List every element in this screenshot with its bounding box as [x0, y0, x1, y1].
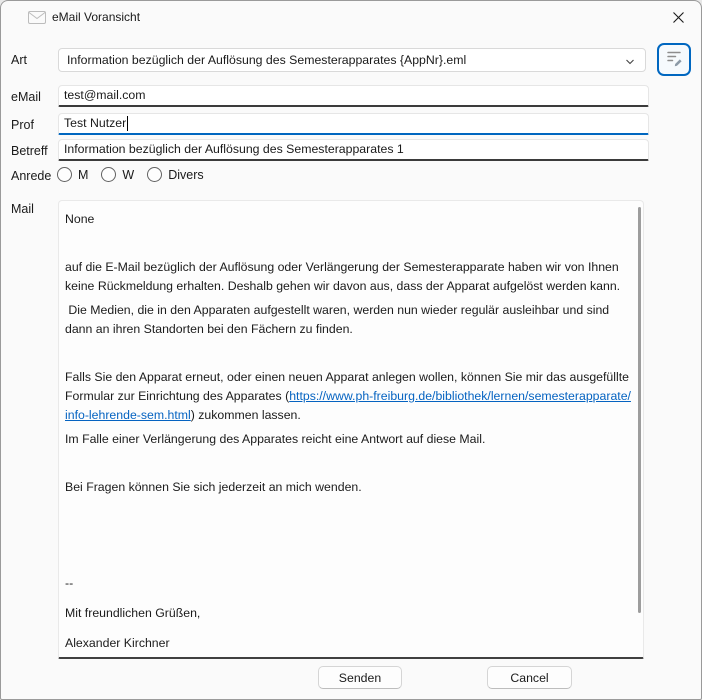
mail-link-after: ) zukommen lassen.: [191, 408, 301, 422]
window-title: eMail Voransicht: [52, 10, 140, 24]
radio-icon: [57, 167, 72, 182]
mail-paragraph: Die Medien, die in den Apparaten aufgest…: [65, 301, 633, 339]
mail-label: Mail: [11, 202, 34, 216]
mail-paragraph: auf die E-Mail bezüglich der Auflösung o…: [65, 258, 633, 296]
radio-label-w: W: [122, 168, 134, 182]
art-label: Art: [11, 53, 27, 67]
send-button-label: Senden: [339, 671, 381, 685]
radio-option-w[interactable]: W: [101, 167, 134, 182]
anrede-radio-row: M W Divers: [57, 167, 217, 182]
mail-paragraph-with-link: Falls Sie den Apparat erneut, oder einen…: [65, 368, 633, 425]
mail-body-editor[interactable]: None auf die E-Mail bezüglich der Auflös…: [58, 200, 644, 659]
mail-signature-separator: --: [65, 574, 633, 593]
close-button[interactable]: [663, 5, 693, 29]
anrede-label: Anrede: [11, 169, 51, 183]
mail-paragraph: Bei Fragen können Sie sich jederzeit an …: [65, 478, 633, 497]
email-icon: [28, 11, 46, 24]
cancel-button-label: Cancel: [510, 671, 548, 685]
edit-template-button[interactable]: [657, 43, 691, 76]
send-button[interactable]: Senden: [318, 666, 402, 689]
email-input[interactable]: [58, 85, 649, 107]
edit-note-icon: [664, 47, 684, 72]
titlebar: eMail Voransicht: [1, 1, 701, 33]
email-label: eMail: [11, 90, 41, 104]
cancel-button[interactable]: Cancel: [487, 666, 572, 689]
mail-blank-line: [65, 550, 633, 569]
mail-paragraph: Im Falle einer Verlängerung des Apparate…: [65, 430, 633, 449]
prof-input-value: Test Nutzer: [64, 116, 126, 130]
text-caret: [127, 116, 128, 131]
mail-blank-line: [65, 344, 633, 363]
mail-signature-name: Alexander Kirchner: [65, 634, 633, 653]
mail-salutation: None: [65, 210, 633, 229]
mail-signature-greeting: Mit freundlichen Grüßen,: [65, 604, 633, 623]
email-preview-dialog: eMail Voransicht Art Information bezügli…: [0, 0, 702, 700]
radio-option-divers[interactable]: Divers: [147, 167, 203, 182]
prof-label: Prof: [11, 118, 34, 132]
radio-label-m: M: [78, 168, 88, 182]
vertical-scrollbar[interactable]: [638, 207, 641, 613]
betreff-label: Betreff: [11, 144, 48, 158]
prof-input[interactable]: Test Nutzer: [58, 113, 649, 135]
betreff-input[interactable]: [58, 139, 649, 161]
radio-option-m[interactable]: M: [57, 167, 88, 182]
mail-blank-line: [65, 234, 633, 253]
art-template-combobox[interactable]: Information bezüglich der Auflösung des …: [58, 48, 646, 72]
mail-blank-line: [65, 454, 633, 473]
radio-label-divers: Divers: [168, 168, 203, 182]
chevron-down-icon: [624, 55, 636, 73]
mail-blank-line: [65, 502, 633, 521]
mail-blank-line: [65, 526, 633, 545]
radio-icon: [101, 167, 116, 182]
radio-icon: [147, 167, 162, 182]
art-combobox-value: Information bezüglich der Auflösung des …: [67, 53, 466, 67]
